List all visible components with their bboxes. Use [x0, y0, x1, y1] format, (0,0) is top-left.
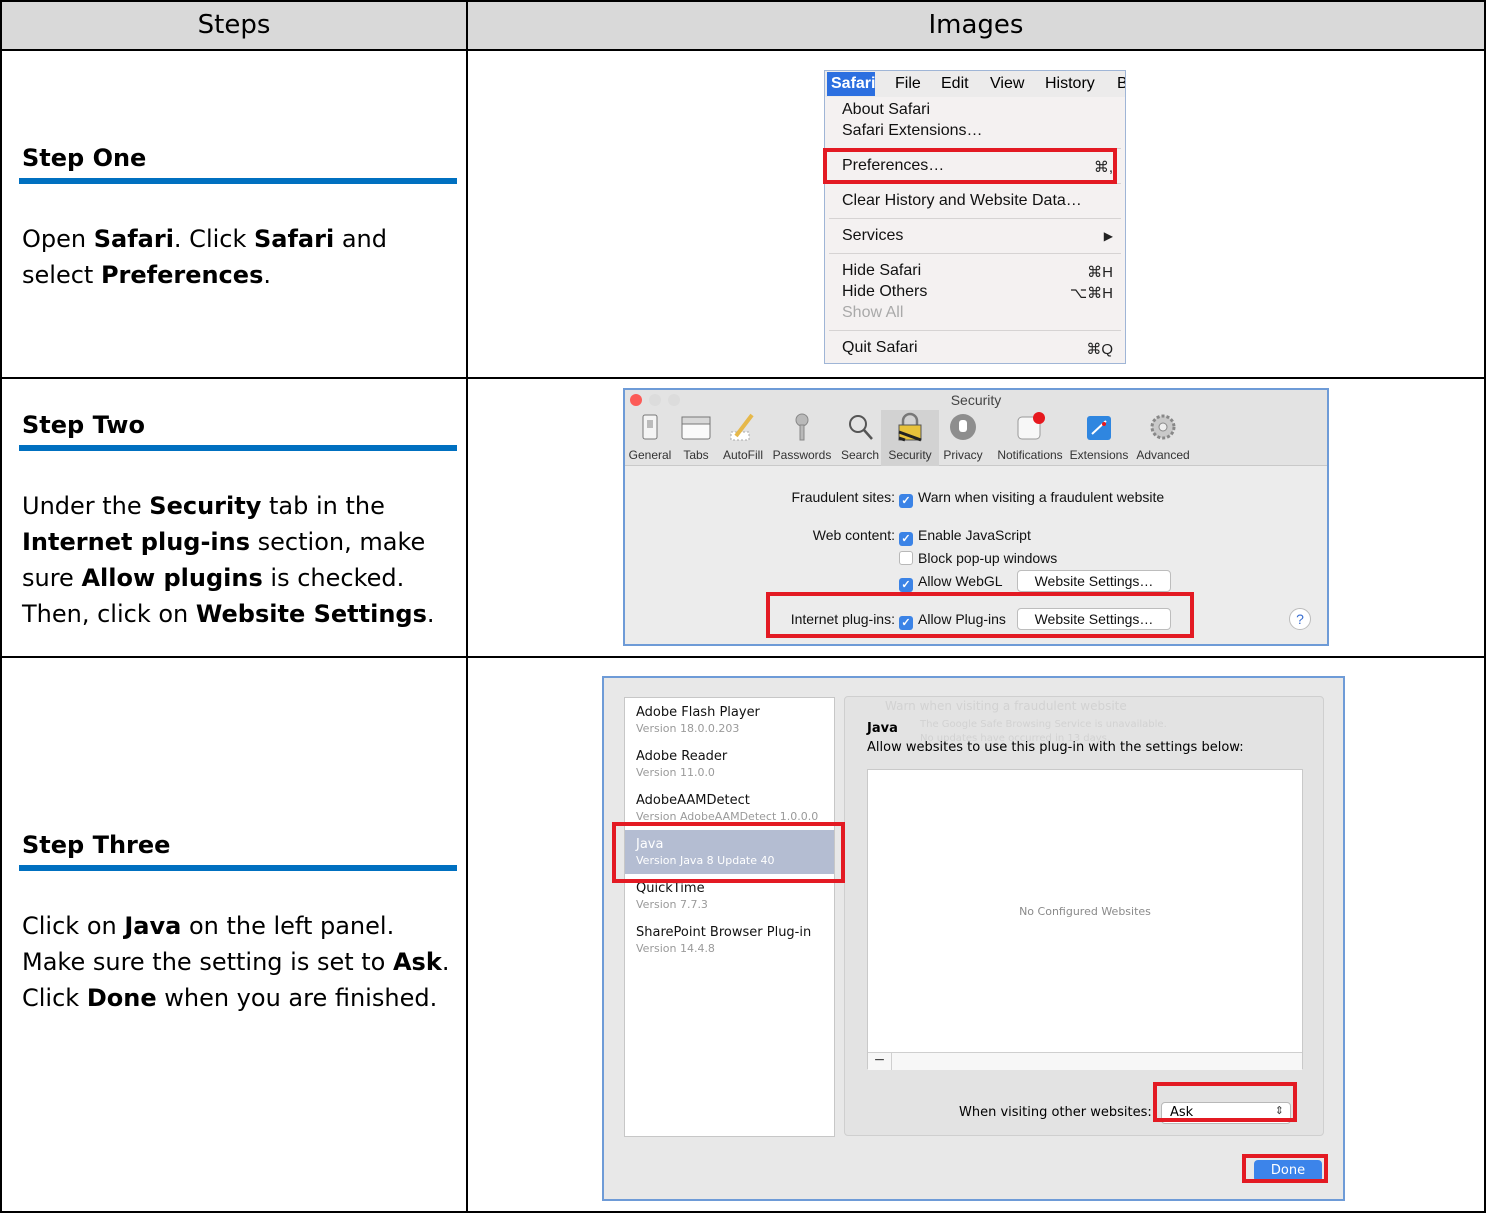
menu-bar: Safari File Edit View History B [825, 71, 1125, 97]
menu-item-quit[interactable]: Quit Safari [842, 339, 918, 357]
quit-shortcut: ⌘Q [1086, 341, 1113, 358]
menu-file[interactable]: File [895, 75, 921, 93]
table-border-middle [466, 0, 468, 1213]
ghost-text: Warn when visiting a fraudulent website [885, 699, 1127, 713]
hand-icon [950, 414, 976, 440]
fraudulent-sites-label: Fraudulent sites: [791, 489, 896, 505]
instruction-document: Steps Images Step One Open Safari. Click… [0, 0, 1486, 1213]
step-three-rule [19, 865, 457, 871]
menu-safari[interactable]: Safari [827, 72, 875, 96]
highlight-java [612, 822, 845, 883]
remove-site-button[interactable]: − [868, 1053, 892, 1070]
tab-autofill[interactable]: AutoFill [711, 410, 775, 466]
checkbox-checked-icon[interactable]: ✓ [899, 532, 913, 546]
table-border-left [0, 0, 2, 1213]
checkbox-checked-icon[interactable]: ✓ [899, 494, 913, 508]
column-header-steps: Steps [197, 10, 271, 40]
step-one-rule [19, 178, 457, 184]
menu-history[interactable]: History [1045, 75, 1095, 93]
plugin-item-sharepoint[interactable]: SharePoint Browser Plug-in Version 14.4.… [625, 918, 834, 962]
tab-advanced[interactable]: Advanced [1131, 410, 1195, 466]
step-one-title: Step One [22, 144, 147, 172]
hide-others-shortcut: ⌥⌘H [1069, 285, 1113, 302]
selected-plugin-title: Java [867, 721, 898, 736]
configured-websites-list: No Configured Websites − [867, 769, 1303, 1070]
table-border-header [0, 49, 1486, 51]
menu-item-about[interactable]: About Safari [842, 101, 930, 119]
tab-notifications[interactable]: Notifications [995, 410, 1065, 466]
empty-list-message: No Configured Websites [1019, 905, 1151, 918]
prefs-toolbar: Security General Tabs AutoFill Passwords… [625, 390, 1327, 466]
step-three-title: Step Three [22, 831, 171, 859]
plugin-settings-panel: Warn when visiting a fraudulent website … [844, 696, 1324, 1136]
step-one-text: Open Safari. Click Safari and select Pre… [22, 225, 387, 289]
step-two-title: Step Two [22, 411, 145, 439]
menu-item-hide-others[interactable]: Hide Others [842, 283, 927, 301]
menu-separator [829, 330, 1121, 331]
switch-icon [642, 414, 658, 440]
ghost-text: The Google Safe Browsing Service is unav… [920, 719, 1167, 730]
menu-item-services[interactable]: Services [842, 227, 903, 245]
menu-item-show-all: Show All [842, 304, 904, 321]
webgl-website-settings-button[interactable]: Website Settings… [1017, 570, 1171, 592]
puzzle-icon [1087, 416, 1111, 440]
pencil-icon [730, 413, 754, 441]
hide-safari-shortcut: ⌘H [1087, 264, 1113, 281]
step-two-rule [19, 445, 457, 451]
menu-separator [829, 253, 1121, 254]
block-popups-row[interactable]: Block pop-up windows [899, 550, 1057, 566]
table-border-row1 [0, 377, 1486, 379]
tabs-icon [681, 416, 711, 440]
menu-separator [829, 218, 1121, 219]
menu-bookmarks-partial[interactable]: B [1117, 75, 1125, 93]
plugin-settings-screenshot: Adobe Flash Player Version 18.0.0.203 Ad… [602, 676, 1345, 1201]
tab-extensions[interactable]: Extensions [1067, 410, 1131, 466]
plugin-item-adobe-reader[interactable]: Adobe Reader Version 11.0.0 [625, 742, 834, 786]
column-header-images: Images [928, 10, 1024, 40]
highlight-preferences [823, 148, 1117, 184]
highlight-done [1242, 1154, 1328, 1183]
menu-item-hide-safari[interactable]: Hide Safari [842, 262, 921, 280]
notification-icon [1017, 412, 1045, 440]
table-border-top [0, 0, 1486, 2]
list-footer: − [868, 1052, 1302, 1070]
plugin-list: Adobe Flash Player Version 18.0.0.203 Ad… [624, 697, 835, 1137]
checkbox-unchecked-icon[interactable] [899, 551, 913, 565]
step-two-text: Under the Security tab in the Internet p… [22, 492, 435, 628]
web-content-label: Web content: [812, 527, 895, 543]
fraudulent-checkbox-row[interactable]: ✓ Warn when visiting a fraudulent website [899, 489, 1164, 508]
when-visiting-label: When visiting other websites: [959, 1105, 1152, 1120]
plugin-item-flash[interactable]: Adobe Flash Player Version 18.0.0.203 [625, 698, 834, 742]
plugin-description: Allow websites to use this plug-in with … [867, 740, 1244, 755]
window-title: Security [950, 392, 1002, 408]
menu-item-clear-history[interactable]: Clear History and Website Data… [842, 192, 1082, 210]
highlight-internet-plugins [766, 592, 1194, 638]
highlight-ask-select [1153, 1082, 1297, 1122]
menu-view[interactable]: View [990, 75, 1024, 93]
checkbox-checked-icon[interactable]: ✓ [899, 578, 913, 592]
menu-item-extensions[interactable]: Safari Extensions… [842, 122, 983, 140]
tab-privacy[interactable]: Privacy [931, 410, 995, 466]
key-icon [795, 413, 809, 441]
magnifier-icon [849, 415, 873, 440]
tab-passwords[interactable]: Passwords [770, 410, 834, 466]
gear-icon [1150, 414, 1176, 440]
submenu-arrow-icon: ▶ [1103, 229, 1113, 243]
help-icon[interactable]: ? [1289, 608, 1311, 630]
lock-icon [898, 412, 922, 442]
enable-javascript-row[interactable]: ✓ Enable JavaScript [899, 527, 1031, 546]
allow-webgl-row[interactable]: ✓ Allow WebGL [899, 573, 1003, 592]
step-three-text: Click on Java on the left panel. Make su… [22, 912, 450, 1012]
table-border-row2 [0, 656, 1486, 658]
safari-menu-screenshot: Safari File Edit View History B About Sa… [824, 70, 1126, 364]
menu-edit[interactable]: Edit [941, 75, 969, 93]
